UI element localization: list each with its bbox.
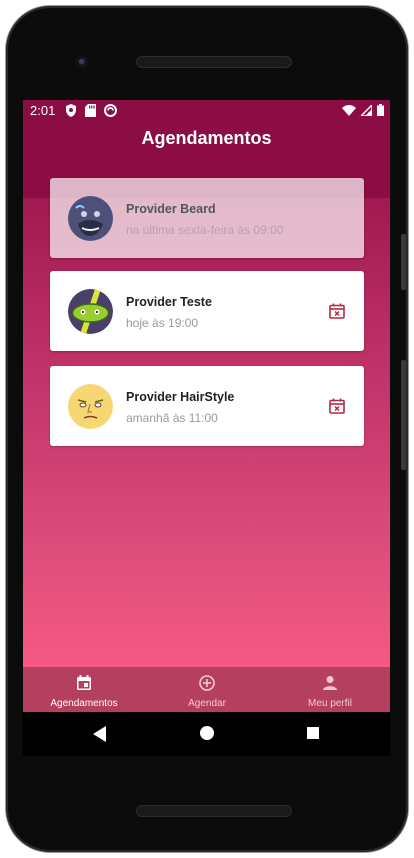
nav-label: Agendamentos <box>50 698 118 709</box>
cancel-appointment-icon[interactable] <box>328 397 346 415</box>
bottom-speaker <box>136 805 292 817</box>
appointment-card[interactable]: Provider HairStyle amanhã às 11:00 <box>50 366 364 446</box>
bottom-navigation: Agendamentos Agendar Meu perfil <box>23 667 390 712</box>
status-time: 2:01 <box>30 103 56 118</box>
signal-icon <box>361 104 372 116</box>
provider-avatar <box>68 196 113 241</box>
front-camera <box>75 55 89 69</box>
home-icon[interactable] <box>200 726 214 740</box>
top-speaker <box>136 56 292 68</box>
nav-label: Meu perfil <box>308 698 352 709</box>
appointment-time: hoje às 19:00 <box>126 316 199 330</box>
provider-avatar <box>68 289 113 334</box>
power-button <box>401 234 406 290</box>
provider-name: Provider Teste <box>126 295 212 309</box>
shield-icon <box>66 104 76 117</box>
sync-icon <box>104 104 117 117</box>
appointment-time: na última sexta-feira às 09:00 <box>126 223 284 237</box>
appointment-card[interactable]: Provider Beard na última sexta-feira às … <box>50 178 364 258</box>
provider-avatar <box>68 384 113 429</box>
cancel-appointment-icon[interactable] <box>328 302 346 320</box>
nav-label: Agendar <box>188 698 226 709</box>
status-bar: 2:01 <box>23 100 390 122</box>
nav-meu-perfil[interactable]: Meu perfil <box>275 667 385 712</box>
nav-agendar[interactable]: Agendar <box>152 667 262 712</box>
app-screen: 2:01 Agendamentos Provider Beard na últi… <box>23 100 390 712</box>
wifi-icon <box>342 104 356 116</box>
recent-apps-icon[interactable] <box>307 727 319 739</box>
provider-name: Provider HairStyle <box>126 390 235 404</box>
page-title: Agendamentos <box>141 128 272 148</box>
provider-name: Provider Beard <box>126 202 216 216</box>
calendar-icon <box>77 675 91 690</box>
sd-card-icon <box>85 104 96 117</box>
person-icon <box>323 676 337 690</box>
back-icon[interactable] <box>93 726 107 742</box>
appointment-card[interactable]: Provider Teste hoje às 19:00 <box>50 271 364 351</box>
nav-agendamentos[interactable]: Agendamentos <box>29 667 139 712</box>
add-circle-icon <box>199 675 215 691</box>
battery-icon <box>377 104 384 116</box>
system-navigation-bar <box>23 712 390 756</box>
volume-button <box>401 360 406 470</box>
appointment-time: amanhã às 11:00 <box>126 411 218 425</box>
